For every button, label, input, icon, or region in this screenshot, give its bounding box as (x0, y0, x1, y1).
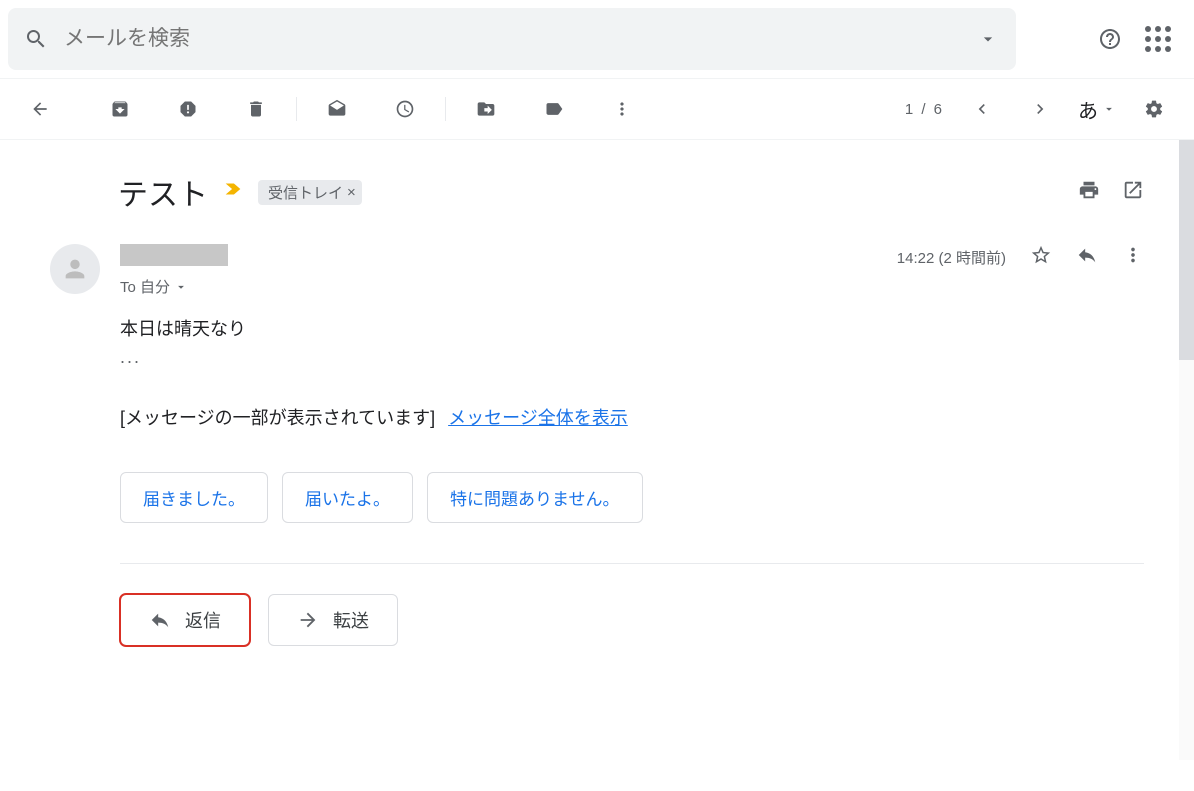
body-area: 本日は晴天なり ... [メッセージの一部が表示されています] メッセージ全体を… (120, 315, 1164, 646)
forward-arrow-icon (297, 609, 319, 631)
scrollbar[interactable] (1179, 140, 1194, 760)
search-input[interactable] (56, 27, 968, 51)
to-label: To 自分 (120, 276, 170, 297)
sender-info: To 自分 (120, 244, 877, 297)
show-full-message-link[interactable]: メッセージ全体を表示 (448, 408, 628, 428)
partial-message-row: [メッセージの一部が表示されています] メッセージ全体を表示 (120, 404, 1164, 430)
partial-message-label: [メッセージの一部が表示されています] (120, 408, 435, 428)
label-chip-text: 受信トレイ (268, 182, 343, 203)
sender-meta: 14:22 (2 時間前) (897, 244, 1164, 270)
toolbar: 1 / 6 あ (0, 78, 1194, 140)
apps-grid-icon[interactable] (1138, 19, 1178, 59)
toolbar-group-2 (317, 89, 425, 129)
to-line[interactable]: To 自分 (120, 276, 877, 297)
smart-replies: 届きました。 届いたよ。 特に問題ありません。 (120, 472, 1164, 523)
toolbar-group-1 (100, 89, 276, 129)
reply-arrow-icon (149, 609, 171, 631)
message-time: 14:22 (2 時間前) (897, 247, 1006, 268)
subject-text: テスト (118, 170, 208, 214)
open-new-window-icon[interactable] (1122, 179, 1144, 206)
print-icon[interactable] (1078, 179, 1100, 206)
reply-button[interactable]: 返信 (120, 594, 250, 646)
forward-button[interactable]: 転送 (268, 594, 398, 646)
settings-icon[interactable] (1134, 89, 1174, 129)
search-box[interactable] (8, 8, 1016, 70)
body-line-1: 本日は晴天なり (120, 315, 1164, 341)
labels-icon[interactable] (534, 89, 574, 129)
body-truncation-dots: ... (120, 347, 1164, 368)
search-icon[interactable] (16, 19, 56, 59)
sender-row: To 自分 14:22 (2 時間前) (35, 244, 1164, 297)
divider (120, 563, 1144, 564)
subject-actions (1078, 179, 1164, 206)
label-chip-remove-icon[interactable]: × (347, 184, 356, 201)
important-marker-icon[interactable] (222, 178, 244, 206)
toolbar-right: 1 / 6 あ (905, 89, 1174, 129)
message-content: テスト 受信トレイ × To 自分 14:22 (2 時間前) (0, 140, 1194, 760)
header-search-row (0, 0, 1194, 78)
back-icon[interactable] (20, 89, 60, 129)
input-tools-label: あ (1078, 95, 1098, 124)
smart-reply-2[interactable]: 届いたよ。 (282, 472, 413, 523)
smart-reply-1[interactable]: 届きました。 (120, 472, 268, 523)
star-icon[interactable] (1030, 244, 1052, 270)
more-icon[interactable] (602, 89, 642, 129)
header-right (1070, 19, 1178, 59)
page-count: 1 / 6 (905, 101, 944, 118)
delete-icon[interactable] (236, 89, 276, 129)
label-chip-inbox[interactable]: 受信トレイ × (258, 180, 362, 205)
message-more-icon[interactable] (1122, 244, 1144, 270)
snooze-icon[interactable] (385, 89, 425, 129)
archive-icon[interactable] (100, 89, 140, 129)
avatar (50, 244, 100, 294)
input-tools-button[interactable]: あ (1078, 95, 1116, 124)
spam-icon[interactable] (168, 89, 208, 129)
newer-icon[interactable] (962, 89, 1002, 129)
reply-button-label: 返信 (185, 607, 221, 633)
subject-row: テスト 受信トレイ × (118, 170, 1164, 214)
search-options-dropdown-icon[interactable] (968, 19, 1008, 59)
chevron-down-icon (174, 280, 188, 294)
forward-button-label: 転送 (333, 607, 369, 633)
action-buttons: 返信 転送 (120, 594, 1164, 646)
move-to-icon[interactable] (466, 89, 506, 129)
help-icon[interactable] (1090, 19, 1130, 59)
smart-reply-3[interactable]: 特に問題ありません。 (427, 472, 643, 523)
reply-icon[interactable] (1076, 244, 1098, 270)
toolbar-group-3 (466, 89, 642, 129)
older-icon[interactable] (1020, 89, 1060, 129)
sender-name-redacted (120, 244, 228, 266)
mark-unread-icon[interactable] (317, 89, 357, 129)
